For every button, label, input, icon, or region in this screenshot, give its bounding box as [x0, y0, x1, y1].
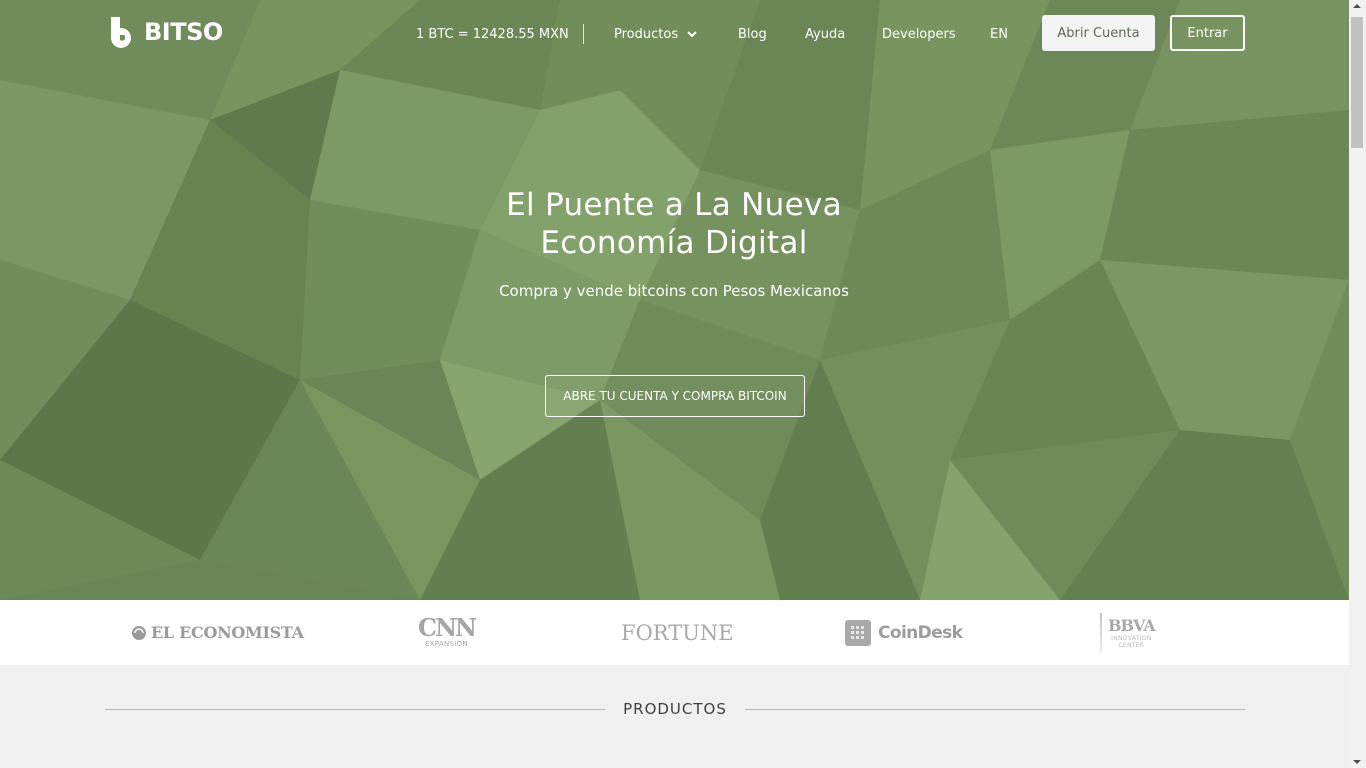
coindesk-grid-icon [845, 619, 871, 646]
hero-title: El Puente a La Nueva Economía Digital [424, 186, 924, 262]
hero-subtitle: Compra y vende bitcoins con Pesos Mexica… [499, 282, 849, 300]
bbva-innovation-logo[interactable]: BBVA INNOVATION CENTER [1100, 600, 1156, 665]
coindesk-text: CoinDesk [878, 622, 963, 643]
nav-blog[interactable]: Blog [738, 27, 767, 43]
nav-divider [583, 24, 584, 44]
section-divider-left [105, 709, 605, 710]
scroll-thumb[interactable] [1351, 17, 1363, 148]
brand-name: BITSO [144, 18, 223, 46]
section-divider-right [745, 709, 1245, 710]
fortune-logo[interactable]: FORTUNE [621, 600, 734, 665]
bitso-logo-icon [111, 17, 131, 48]
nav-language[interactable]: EN [990, 27, 1008, 43]
hero-title-line2: Economía Digital [540, 225, 808, 261]
chevron-down-icon[interactable] [686, 28, 698, 40]
open-account-cta-button[interactable]: ABRE TU CUENTA Y COMPRA BITCOIN [545, 375, 805, 417]
nav-developers[interactable]: Developers [882, 27, 956, 43]
cnn-text: CNN [418, 613, 477, 642]
press-strip: EL ECONOMISTA CNN EXPANSION FORTUNE Coin… [0, 600, 1349, 665]
coindesk-logo[interactable]: CoinDesk [845, 600, 963, 665]
nav-ayuda[interactable]: Ayuda [805, 27, 845, 43]
vertical-scrollbar[interactable] [1349, 0, 1366, 768]
hero-title-line1: El Puente a La Nueva [506, 187, 842, 223]
bbva-text: BBVA [1108, 615, 1156, 635]
bitso-logo[interactable]: BITSO [108, 15, 223, 49]
el-economista-text: EL ECONOMISTA [151, 623, 304, 642]
cnn-expansion-logo[interactable]: CNN EXPANSION [418, 600, 477, 665]
nav-productos[interactable]: Productos [614, 27, 678, 43]
low-poly-background [0, 0, 1349, 600]
scroll-down-arrow-icon[interactable] [1353, 760, 1361, 764]
el-economista-icon [132, 625, 146, 640]
open-account-button[interactable]: Abrir Cuenta [1042, 15, 1155, 51]
btc-rate: 1 BTC = 12428.55 MXN [416, 27, 569, 42]
hero-section: BITSO 1 BTC = 12428.55 MXN Productos Blo… [0, 0, 1349, 600]
page: BITSO 1 BTC = 12428.55 MXN Productos Blo… [0, 0, 1349, 768]
bbva-innovation-text: INNOVATION [1111, 634, 1152, 642]
login-button[interactable]: Entrar [1170, 15, 1245, 51]
bbva-center-text: CENTER [1118, 641, 1145, 649]
bbva-bar [1100, 612, 1102, 653]
el-economista-logo[interactable]: EL ECONOMISTA [131, 600, 304, 665]
scroll-up-arrow-icon[interactable] [1353, 4, 1361, 8]
products-heading: PRODUCTOS [623, 700, 727, 718]
expansion-text: EXPANSION [425, 640, 468, 648]
